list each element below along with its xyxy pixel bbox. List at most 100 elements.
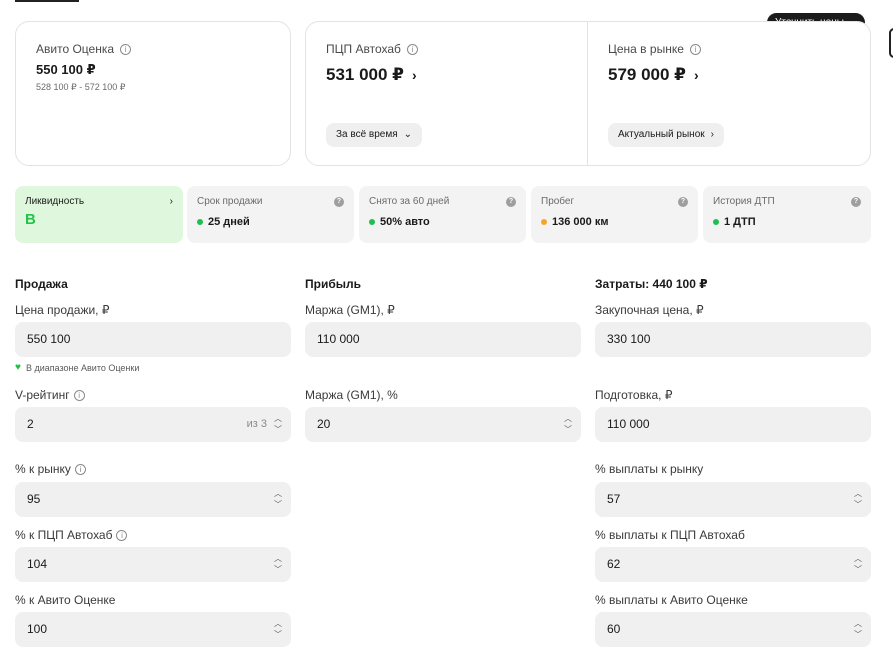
market-value: 579 000 ₽ <box>608 65 687 84</box>
status-dot <box>197 219 203 225</box>
purchase-price-input[interactable]: 330 100 <box>595 322 871 357</box>
status-dot <box>713 219 719 225</box>
in-range-hint-text: В диапазоне Авито Оценки <box>25 362 140 373</box>
metric-value: 1 ДТП <box>724 216 756 228</box>
payout-pcp-stepper[interactable]: 62 ︿ ﹀ <box>595 547 871 582</box>
info-icon[interactable]: i <box>74 463 86 475</box>
metric-liquidity[interactable]: Ликвидность › B <box>15 186 183 243</box>
pcp-period-dropdown[interactable]: За всё время ⌄ <box>326 123 423 147</box>
stepper-arrows-icon[interactable]: ︿ ﹀ <box>273 488 283 510</box>
liquidity-grade: B <box>25 211 36 228</box>
margin-pct-label: Маржа (GM1), % <box>305 388 398 402</box>
metric-removed-60-days: Снято за 60 дней ? 50% авто <box>359 186 526 243</box>
payout-avito-stepper[interactable]: 60 ︿ ﹀ <box>595 612 871 647</box>
metric-value: 136 000 км <box>552 216 609 228</box>
help-icon[interactable]: ? <box>678 196 688 207</box>
avito-estimate-range: 528 100 ₽ - 572 100 ₽ <box>36 82 126 92</box>
pcp-section: ПЦП Автохаб i 531 000 ₽ › <box>326 42 418 85</box>
stepper-arrows-icon[interactable]: ︿ ﹀ <box>563 413 573 435</box>
v-rating-label-row: V-рейтинг i <box>15 388 85 402</box>
prep-value: 110 000 <box>607 417 650 431</box>
status-dot <box>541 219 547 225</box>
v-rating-label: V-рейтинг <box>15 388 70 402</box>
pcp-pct-label: % к ПЦП Автохаб <box>15 528 113 542</box>
payout-pcp-label: % выплаты к ПЦП Автохаб <box>595 528 745 542</box>
info-icon[interactable]: i <box>689 43 701 55</box>
payout-market-value: 57 <box>607 492 621 506</box>
pcp-value-link[interactable]: 531 000 ₽ › <box>326 65 418 85</box>
chevron-right-icon: › <box>169 196 173 207</box>
payout-market-stepper[interactable]: 57 ︿ ﹀ <box>595 482 871 517</box>
metric-accident-history: История ДТП ? 1 ДТП <box>703 186 871 243</box>
market-label: Цена в рынке <box>608 42 684 56</box>
stepper-arrows-icon[interactable]: ︿ ﹀ <box>853 553 863 575</box>
sale-price-label: Цена продажи, ₽ <box>15 303 110 317</box>
prep-label: Подготовка, ₽ <box>595 388 673 402</box>
margin-rub-input[interactable]: 110 000 <box>305 322 581 357</box>
avito-pct-label: % к Авито Оценке <box>15 593 116 607</box>
info-icon[interactable]: i <box>120 43 132 55</box>
info-icon[interactable]: i <box>406 43 418 55</box>
info-icon[interactable]: i <box>73 389 85 401</box>
status-dot <box>369 219 375 225</box>
chevron-down-icon: ⌄ <box>403 129 413 140</box>
margin-rub-label: Маржа (GM1), ₽ <box>305 303 395 317</box>
chevron-right-icon: › <box>710 129 714 140</box>
metric-label: История ДТП <box>713 196 775 207</box>
metric-mileage: Пробег ? 136 000 км <box>531 186 698 243</box>
pcp-value: 531 000 ₽ <box>326 65 405 84</box>
costs-title: Затраты: 440 100 ₽ <box>595 277 708 291</box>
profit-title: Прибыль <box>305 277 361 291</box>
market-pct-label: % к рынку <box>15 462 71 476</box>
help-icon[interactable]: ? <box>334 196 344 207</box>
active-tab-indicator <box>15 0 79 2</box>
stepper-arrows-icon[interactable]: ︿ ﹀ <box>273 413 283 435</box>
pcp-pct-label-row: % к ПЦП Автохаб i <box>15 528 128 542</box>
chevron-right-icon: › <box>412 67 417 83</box>
side-panel-edge <box>889 28 893 58</box>
help-icon[interactable]: ? <box>506 196 516 207</box>
metric-label: Срок продажи <box>197 196 263 207</box>
metric-value: 25 дней <box>208 216 250 228</box>
margin-pct-stepper[interactable]: 20 ︿ ﹀ <box>305 407 581 442</box>
market-pct-label-row: % к рынку i <box>15 462 86 476</box>
stepper-arrows-icon[interactable]: ︿ ﹀ <box>853 618 863 640</box>
sale-title: Продажа <box>15 277 68 291</box>
actual-market-button[interactable]: Актуальный рынок › <box>608 123 724 147</box>
market-pct-value: 95 <box>27 492 41 506</box>
avito-estimate-label: Авито Оценка <box>36 42 115 56</box>
market-value-link[interactable]: 579 000 ₽ › <box>608 65 701 85</box>
pcp-pct-stepper[interactable]: 104 ︿ ﹀ <box>15 547 291 582</box>
heart-icon: ♥ <box>15 362 21 373</box>
market-section: Цена в рынке i 579 000 ₽ › <box>608 42 701 85</box>
payout-pcp-value: 62 <box>607 557 621 571</box>
metric-label: Снято за 60 дней <box>369 196 450 207</box>
stepper-arrows-icon[interactable]: ︿ ﹀ <box>273 618 283 640</box>
payout-avito-label: % выплаты к Авито Оценке <box>595 593 748 607</box>
sale-price-input[interactable]: 550 100 <box>15 322 291 357</box>
help-icon[interactable]: ? <box>851 196 861 207</box>
chevron-right-icon: › <box>694 67 699 83</box>
purchase-price-value: 330 100 <box>607 332 651 346</box>
stepper-arrows-icon[interactable]: ︿ ﹀ <box>853 488 863 510</box>
info-icon[interactable]: i <box>116 529 128 541</box>
sale-price-value: 550 100 <box>27 332 71 346</box>
purchase-price-label: Закупочная цена, ₽ <box>595 303 704 317</box>
prep-input[interactable]: 110 000 <box>595 407 871 442</box>
metric-value: 50% авто <box>380 216 430 228</box>
margin-pct-value: 20 <box>317 417 331 431</box>
pcp-pct-value: 104 <box>27 557 48 571</box>
metric-label: Ликвидность <box>25 196 85 207</box>
actual-market-label: Актуальный рынок <box>618 129 705 140</box>
pcp-period-label: За всё время <box>336 129 398 140</box>
pcp-label: ПЦП Автохаб <box>326 42 401 56</box>
metric-sale-term: Срок продажи ? 25 дней <box>187 186 354 243</box>
v-rating-value: 2 <box>27 417 34 431</box>
avito-pct-value: 100 <box>27 622 48 636</box>
avito-estimate-value: 550 100 ₽ <box>36 62 96 77</box>
avito-pct-stepper[interactable]: 100 ︿ ﹀ <box>15 612 291 647</box>
stepper-arrows-icon[interactable]: ︿ ﹀ <box>273 553 283 575</box>
market-pct-stepper[interactable]: 95 ︿ ﹀ <box>15 482 291 517</box>
avito-estimate-card: Авито Оценка i 550 100 ₽ 528 100 ₽ - 572… <box>15 21 291 166</box>
v-rating-stepper[interactable]: 2 из 3 ︿ ﹀ <box>15 407 291 442</box>
